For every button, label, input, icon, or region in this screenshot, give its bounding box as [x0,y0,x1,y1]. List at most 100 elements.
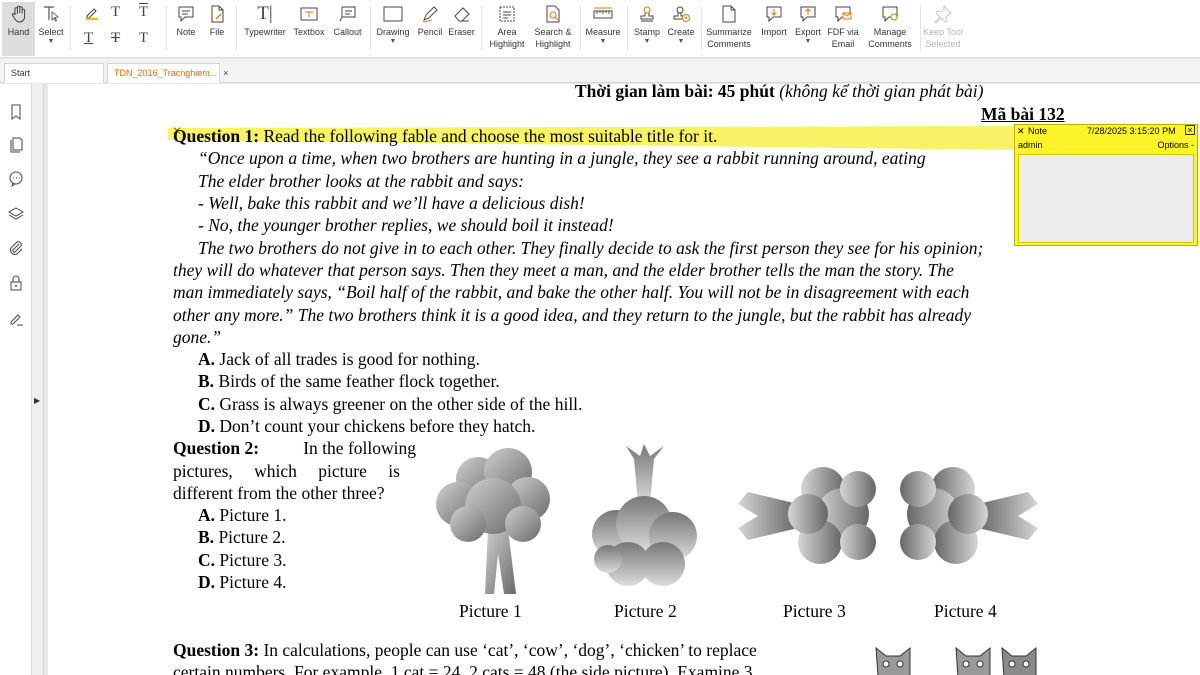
summarize-label-1: Summarize [706,27,752,37]
security-lock-icon[interactable] [8,275,24,291]
story-line: “Once upon a time, when two brothers are… [198,148,926,168]
textbox-icon [299,2,319,26]
manage-label-2: Comments [868,39,912,49]
document-tab-bar: Start TDN_2016_Tracnghiem... × [0,59,1200,83]
email-icon [833,2,853,26]
create-stamp-icon [671,2,691,26]
area-highlight-label-1: Area [497,27,517,37]
question-3-line: Question 3: In calculations, people can … [173,640,757,660]
note-close-button[interactable]: × [1185,125,1195,135]
select-tool-button[interactable]: Select ▼ [37,2,65,46]
option-text: Don’t count your chickens before they ha… [219,416,536,436]
file-tool-button[interactable]: File [205,2,229,38]
hand-tool-button[interactable]: Hand [2,2,35,56]
file-attach-icon [207,2,227,26]
import-comments-button[interactable]: Import [758,2,790,38]
select-tool-label: Select [38,27,64,37]
tree-pictures [436,444,1038,594]
area-highlight-button[interactable]: Area Highlight [486,2,528,50]
chevron-down-icon[interactable]: ▼ [805,38,812,46]
note-options-menu[interactable]: Options - [1157,140,1194,150]
note-title: Note [1028,126,1048,136]
option-letter: D. [198,416,216,436]
underline-text-icon[interactable]: T [111,4,120,20]
squiggly-text-icon[interactable]: T [84,30,93,46]
pages-icon[interactable] [8,137,24,153]
search-highlight-label-1: Search & [534,27,572,37]
callout-icon [338,2,358,26]
note-timestamp: 7/28/2025 3:15:20 PM [1087,126,1176,136]
stamp-tool-button[interactable]: Stamp ▼ [632,2,662,46]
note-text-area[interactable] [1018,154,1194,243]
tab-document-label: TDN_2016_Tracnghiem... [114,68,218,78]
bookmark-icon[interactable] [8,104,24,120]
export-comments-button[interactable]: Export ▼ [792,2,824,46]
chevron-down-icon[interactable]: ▼ [48,38,55,46]
search-highlight-button[interactable]: Search & Highlight [532,2,574,50]
question-3-text: In calculations, people can use ‘cat’, ‘… [263,640,757,660]
close-icon[interactable]: × [223,68,228,78]
pencil-tool-button[interactable]: Pencil [416,2,444,38]
keep-tool-selected-button[interactable]: Keep Tool Selected [923,2,963,50]
chevron-down-icon[interactable]: ▼ [678,38,685,46]
pencil-icon [420,2,440,26]
typewriter-tool-label: Typewriter [244,27,286,37]
keep-tool-label-2: Selected [925,39,961,49]
toolbar-divider [236,6,237,50]
question-2-line: Question 2: In the following [173,438,416,458]
manage-label-1: Manage [873,27,907,37]
story-line: The elder brother looks at the rabbit an… [198,171,524,191]
typewriter-tool-button[interactable]: T| Typewriter [243,2,287,38]
signature-icon[interactable] [8,310,24,326]
chevron-down-icon[interactable]: ▼ [600,38,607,46]
cat-picture [875,646,911,675]
create-stamp-button[interactable]: Create ▼ [666,2,696,46]
exam-time-note: (không kể thời gian phát bài) [779,84,984,101]
chevron-down-icon[interactable]: ▼ [644,38,651,46]
drawing-tool-button[interactable]: Drawing ▼ [375,2,411,46]
highlight-text-icon[interactable] [84,4,100,25]
tab-start[interactable]: Start [4,63,104,83]
story-line: - Well, bake this rabbit and we’ll have … [198,193,585,213]
tab-document[interactable]: TDN_2016_Tracnghiem... × [107,63,228,83]
tree-picture-4 [900,467,1038,564]
answer-option: A. Picture 1. [198,505,286,525]
toolbar-divider [370,6,371,50]
note-icon [176,2,196,26]
measure-tool-button[interactable]: Measure ▼ [585,2,621,46]
keep-tool-label-1: Keep Tool [923,27,963,37]
chevron-right-icon[interactable]: ▶ [34,396,40,405]
note-tool-button[interactable]: Note [173,2,199,38]
search-highlight-icon [543,2,563,26]
option-letter: C. [198,394,216,414]
option-text: Picture 2. [218,527,286,547]
exam-time-bold: Thời gian làm bài: 45 phút [575,84,775,101]
strikeout-text-icon[interactable]: T [139,4,148,20]
summarize-comments-button[interactable]: Summarize Comments [705,2,753,50]
insert-text-icon[interactable]: T [139,30,148,46]
ruler-icon [592,2,614,26]
question-1-label: Question 1: [173,126,260,146]
note-popup[interactable]: ✕ Note 7/28/2025 3:15:20 PM × admin Opti… [1014,124,1198,246]
textbox-tool-button[interactable]: Textbox [292,2,326,38]
search-highlight-label-2: Highlight [535,39,571,49]
option-text: Picture 4. [219,572,287,592]
answer-option: C. Picture 3. [198,550,286,570]
chevron-down-icon[interactable]: ▼ [390,38,397,46]
answer-option: C. Grass is always greener on the other … [198,394,582,414]
manage-comments-button[interactable]: Manage Comments [862,2,918,50]
sidebar-collapse-handle[interactable]: ▶ [32,84,44,675]
toolbar-divider [481,6,482,50]
fdf-via-email-button[interactable]: FDF via Email [826,2,860,50]
answer-option: B. Picture 2. [198,527,286,547]
layers-icon[interactable] [7,206,25,222]
eraser-tool-button[interactable]: Eraser [448,2,475,38]
attachment-icon[interactable] [8,240,24,256]
summarize-label-2: Comments [707,39,751,49]
story-line: gone.” [173,327,222,347]
callout-tool-button[interactable]: Callout [331,2,364,38]
import-icon [764,2,784,26]
comments-icon[interactable] [8,171,24,188]
note-popup-header[interactable]: ✕ Note 7/28/2025 3:15:20 PM × [1017,125,1195,138]
replace-text-icon[interactable]: T [111,30,120,46]
